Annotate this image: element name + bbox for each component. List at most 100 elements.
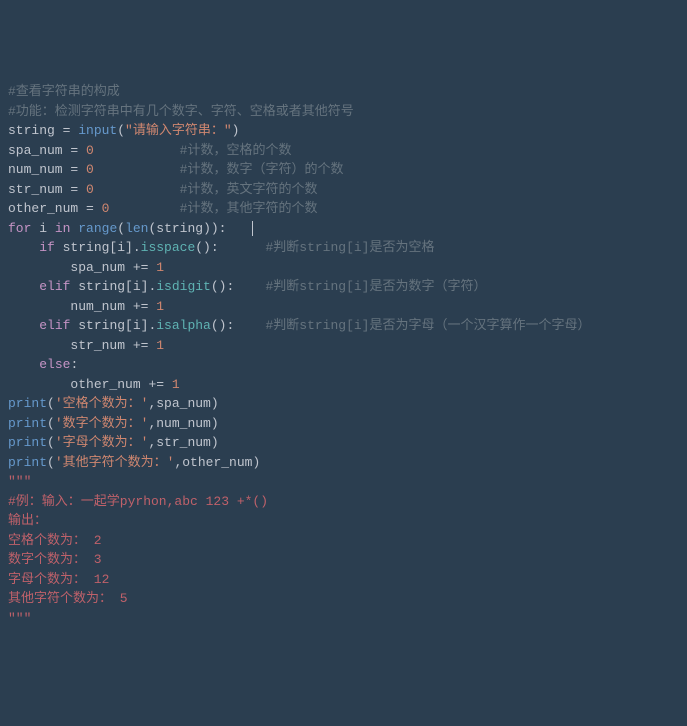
- code-token: =: [86, 201, 102, 216]
- code-token: (: [117, 123, 125, 138]
- code-line[interactable]: elif string[i].isdigit(): #判断string[i]是否…: [8, 277, 679, 297]
- code-token: range: [78, 221, 117, 236]
- code-token: other_num: [8, 201, 86, 216]
- code-token: =: [70, 182, 86, 197]
- code-line[interactable]: num_num = 0 #计数，数字（字符）的个数: [8, 160, 679, 180]
- code-token: #查看字符串的构成: [8, 84, 120, 99]
- code-token: """: [8, 611, 31, 626]
- code-token: ():: [211, 279, 266, 294]
- code-token: ():: [211, 318, 266, 333]
- code-token: string[i].: [78, 318, 156, 333]
- code-line[interactable]: num_num += 1: [8, 297, 679, 317]
- code-token: print: [8, 396, 47, 411]
- code-token: =: [70, 162, 86, 177]
- code-token: (: [47, 416, 55, 431]
- code-token: print: [8, 416, 47, 431]
- code-line[interactable]: spa_num = 0 #计数，空格的个数: [8, 141, 679, 161]
- code-token: '数字个数为：': [55, 416, 149, 431]
- code-token: """: [8, 474, 31, 489]
- code-line[interactable]: 数字个数为： 3: [8, 550, 679, 570]
- code-token: [94, 143, 180, 158]
- code-token: isspace: [141, 240, 196, 255]
- code-token: input: [78, 123, 117, 138]
- code-line[interactable]: print('字母个数为：',str_num): [8, 433, 679, 453]
- code-line[interactable]: other_num += 1: [8, 375, 679, 395]
- code-token: 0: [86, 182, 94, 197]
- code-line[interactable]: for i in range(len(string)):: [8, 219, 679, 239]
- code-token: isdigit: [156, 279, 211, 294]
- code-token: other_num: [8, 377, 148, 392]
- code-line[interactable]: 空格个数为： 2: [8, 531, 679, 551]
- code-line[interactable]: """: [8, 609, 679, 629]
- code-token: string[i].: [78, 279, 156, 294]
- code-token: if: [39, 240, 62, 255]
- code-line[interactable]: #例：输入：一起学pyrhon,abc 123 +*(): [8, 492, 679, 512]
- code-token: +=: [133, 299, 156, 314]
- code-token: #例：输入：一起学pyrhon,abc 123 +*(): [8, 494, 268, 509]
- code-token: string: [8, 123, 63, 138]
- code-token: 0: [86, 162, 94, 177]
- code-line[interactable]: spa_num += 1: [8, 258, 679, 278]
- code-token: else: [39, 357, 70, 372]
- code-line[interactable]: #功能：检测字符串中有几个数字、字符、空格或者其他符号: [8, 102, 679, 122]
- code-token: (: [47, 396, 55, 411]
- code-token: len: [125, 221, 148, 236]
- code-token: 空格个数为： 2: [8, 533, 102, 548]
- code-line[interactable]: other_num = 0 #计数，其他字符的个数: [8, 199, 679, 219]
- code-token: in: [55, 221, 78, 236]
- code-token: [8, 318, 39, 333]
- code-token: 其他字符个数为： 5: [8, 591, 128, 606]
- code-token: 1: [172, 377, 180, 392]
- code-token: print: [8, 435, 47, 450]
- code-line[interactable]: else:: [8, 355, 679, 375]
- code-token: spa_num: [8, 143, 70, 158]
- code-token: str_num: [8, 338, 133, 353]
- code-token: [94, 162, 180, 177]
- code-token: '字母个数为：': [55, 435, 149, 450]
- code-line[interactable]: print('空格个数为：',spa_num): [8, 394, 679, 414]
- code-line[interactable]: string = input("请输入字符串："): [8, 121, 679, 141]
- code-line[interactable]: elif string[i].isalpha(): #判断string[i]是否…: [8, 316, 679, 336]
- code-line[interactable]: 字母个数为： 12: [8, 570, 679, 590]
- code-token: #计数，空格的个数: [180, 143, 292, 158]
- code-line[interactable]: 其他字符个数为： 5: [8, 589, 679, 609]
- code-token: "请输入字符串：": [125, 123, 232, 138]
- code-token: #计数，数字（字符）的个数: [180, 162, 344, 177]
- code-token: 0: [86, 143, 94, 158]
- code-token: num_num: [8, 299, 133, 314]
- code-token: for: [8, 221, 39, 236]
- code-line[interactable]: print('其他字符个数为：',other_num): [8, 453, 679, 473]
- code-token: 1: [156, 299, 164, 314]
- code-line[interactable]: str_num += 1: [8, 336, 679, 356]
- code-token: #功能：检测字符串中有几个数字、字符、空格或者其他符号: [8, 104, 354, 119]
- code-token: +=: [133, 338, 156, 353]
- code-token: :: [70, 357, 78, 372]
- code-token: ,other_num): [174, 455, 260, 470]
- code-token: elif: [39, 279, 78, 294]
- code-token: #判断string[i]是否为空格: [265, 240, 434, 255]
- code-token: num_num: [8, 162, 70, 177]
- code-token: +=: [148, 377, 171, 392]
- code-line[interactable]: print('数字个数为：',num_num): [8, 414, 679, 434]
- code-line[interactable]: 输出：: [8, 511, 679, 531]
- code-line[interactable]: str_num = 0 #计数，英文字符的个数: [8, 180, 679, 200]
- code-token: ,str_num): [148, 435, 218, 450]
- code-token: print: [8, 455, 47, 470]
- code-token: 1: [156, 260, 164, 275]
- code-token: [8, 240, 39, 255]
- code-token: elif: [39, 318, 78, 333]
- code-line[interactable]: if string[i].isspace(): #判断string[i]是否为空…: [8, 238, 679, 258]
- code-line[interactable]: #查看字符串的构成: [8, 82, 679, 102]
- code-token: spa_num: [8, 260, 133, 275]
- code-token: +=: [133, 260, 156, 275]
- code-token: '其他字符个数为：': [55, 455, 175, 470]
- code-token: 数字个数为： 3: [8, 552, 102, 567]
- code-token: ,num_num): [148, 416, 218, 431]
- code-token: #计数，英文字符的个数: [180, 182, 318, 197]
- code-editor[interactable]: #查看字符串的构成 #功能：检测字符串中有几个数字、字符、空格或者其他符号 stri…: [8, 82, 679, 628]
- code-token: =: [63, 123, 79, 138]
- code-line[interactable]: """: [8, 472, 679, 492]
- text-cursor: [252, 221, 253, 236]
- code-token: ():: [195, 240, 265, 255]
- code-token: string[i].: [63, 240, 141, 255]
